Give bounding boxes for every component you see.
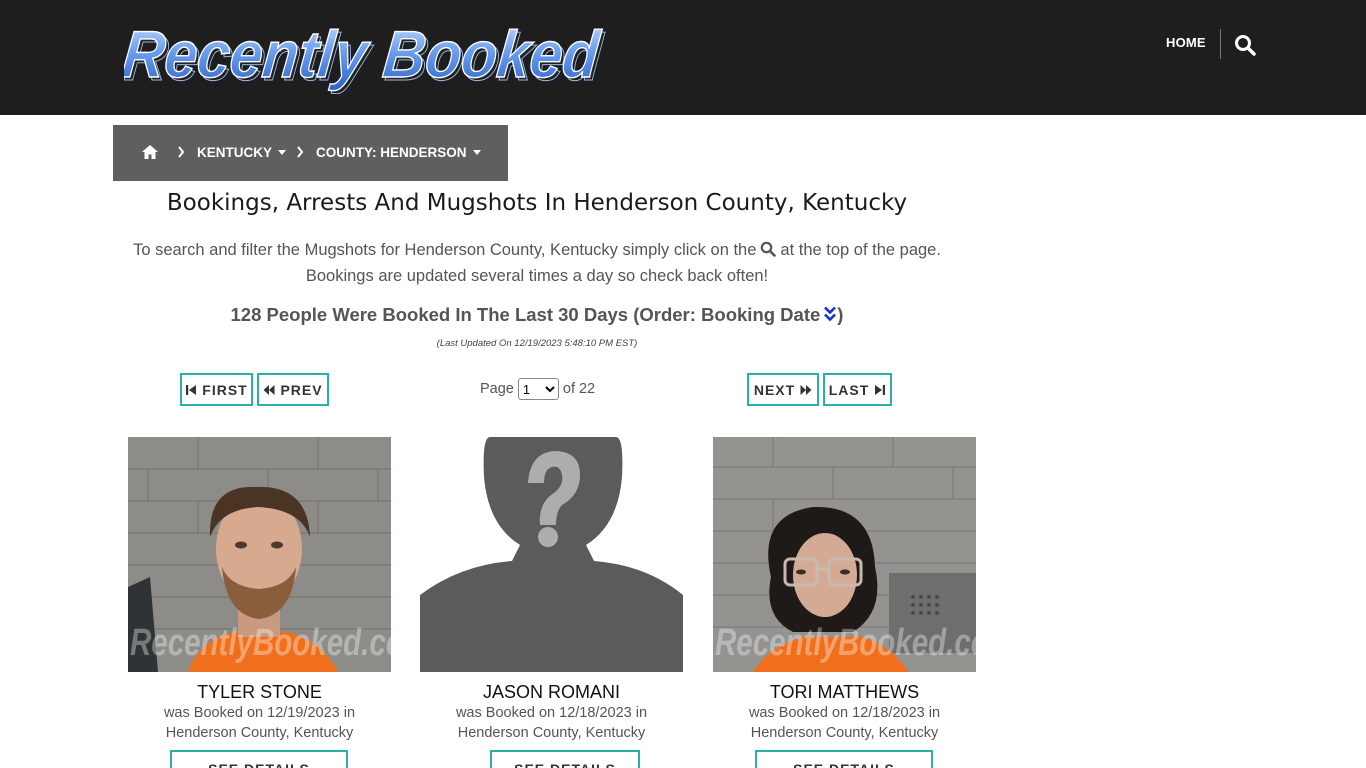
page-count: of 22 — [562, 381, 596, 397]
see-details-button[interactable]: SEE DETAILS — [755, 750, 933, 768]
caret-down-icon — [472, 150, 481, 155]
forward-icon — [800, 384, 812, 395]
step-forward-icon — [875, 384, 886, 395]
booking-info: was Booked on 12/19/2023 in Henderson Co… — [108, 703, 411, 743]
booking-info: was Booked on 12/18/2023 in Henderson Co… — [693, 703, 996, 743]
sort-order-icon[interactable] — [823, 306, 837, 322]
last-page-label: LAST — [828, 381, 870, 398]
backward-icon — [263, 384, 275, 395]
booking-date-line: was Booked on 12/18/2023 in — [748, 705, 941, 721]
prev-page-label: PREV — [280, 381, 323, 398]
booking-info: was Booked on 12/18/2023 in Henderson Co… — [400, 703, 703, 743]
intro-line2: Bookings are updated several times a day… — [305, 267, 769, 285]
mugshot-photo[interactable]: RecentlyBooked.com — [128, 437, 391, 672]
booking-county-line: Henderson County, Kentucky — [750, 725, 939, 741]
booking-date-line: was Booked on 12/18/2023 in — [455, 705, 648, 721]
svg-text:Recently Booked: Recently Booked — [124, 18, 604, 92]
intro-line1-start: To search and filter the Mugshots for He… — [133, 241, 757, 259]
svg-text:RecentlyBooked.com: RecentlyBooked.com — [130, 622, 391, 664]
page-label: Page — [480, 381, 514, 397]
svg-text:RecentlyBooked.com: RecentlyBooked.com — [715, 622, 976, 664]
step-backward-icon — [186, 384, 197, 395]
summary-text: 128 People Were Booked In The Last 30 Da… — [230, 304, 821, 325]
booking-card[interactable]: RecentlyBooked.com TORI MATTHEWS was Boo… — [713, 437, 976, 768]
next-page-label: NEXT — [753, 381, 796, 398]
booking-summary: 128 People Were Booked In The Last 30 Da… — [113, 304, 961, 326]
intro-text: To search and filter the Mugshots for He… — [113, 237, 961, 289]
site-header: Recently Booked Recently Booked HOME — [0, 0, 1366, 115]
mugshot-photo[interactable]: RecentlyBooked.com — [713, 437, 976, 672]
page-title: Bookings, Arrests And Mugshots In Hender… — [166, 190, 908, 216]
home-icon[interactable] — [141, 144, 159, 160]
inmate-name[interactable]: TORI MATTHEWS — [693, 682, 996, 703]
prev-page-button[interactable]: PREV — [257, 373, 329, 406]
first-page-label: FIRST — [202, 381, 248, 398]
booking-card[interactable]: JASON ROMANI was Booked on 12/18/2023 in… — [420, 437, 683, 768]
nav-divider — [1220, 29, 1221, 59]
see-details-button[interactable]: SEE DETAILS — [490, 750, 640, 768]
breadcrumb: KENTUCKY COUNTY: HENDERSON — [113, 125, 508, 181]
see-details-button[interactable]: SEE DETAILS — [170, 750, 348, 768]
chevron-right-icon — [178, 146, 185, 158]
no-photo-placeholder[interactable] — [420, 437, 683, 672]
last-updated: (Last Updated On 12/19/2023 5:48:10 PM E… — [436, 338, 638, 349]
booking-county-line: Henderson County, Kentucky — [165, 725, 354, 741]
first-page-button[interactable]: FIRST — [180, 373, 253, 406]
summary-close: ) — [837, 304, 844, 325]
page-selector: Page 1 of 22 — [480, 378, 595, 400]
booking-county-line: Henderson County, Kentucky — [457, 725, 646, 741]
nav-home-link[interactable]: HOME — [1166, 35, 1206, 50]
chevron-right-icon — [297, 146, 304, 158]
search-icon — [761, 241, 777, 257]
search-icon[interactable] — [1234, 34, 1256, 56]
last-page-button[interactable]: LAST — [823, 373, 892, 406]
inmate-name[interactable]: TYLER STONE — [108, 682, 411, 703]
breadcrumb-state[interactable]: KENTUCKY — [197, 145, 287, 160]
caret-down-icon — [278, 150, 287, 155]
breadcrumb-county[interactable]: COUNTY: HENDERSON — [316, 145, 481, 160]
intro-line1-end: at the top of the page. — [780, 241, 941, 259]
site-logo[interactable]: Recently Booked Recently Booked — [124, 14, 616, 94]
page-select[interactable]: 1 — [517, 378, 559, 400]
booking-card[interactable]: RecentlyBooked.com TYLER STONE was Booke… — [128, 437, 391, 768]
inmate-name[interactable]: JASON ROMANI — [400, 682, 703, 703]
booking-date-line: was Booked on 12/19/2023 in — [163, 705, 356, 721]
next-page-button[interactable]: NEXT — [747, 373, 819, 406]
